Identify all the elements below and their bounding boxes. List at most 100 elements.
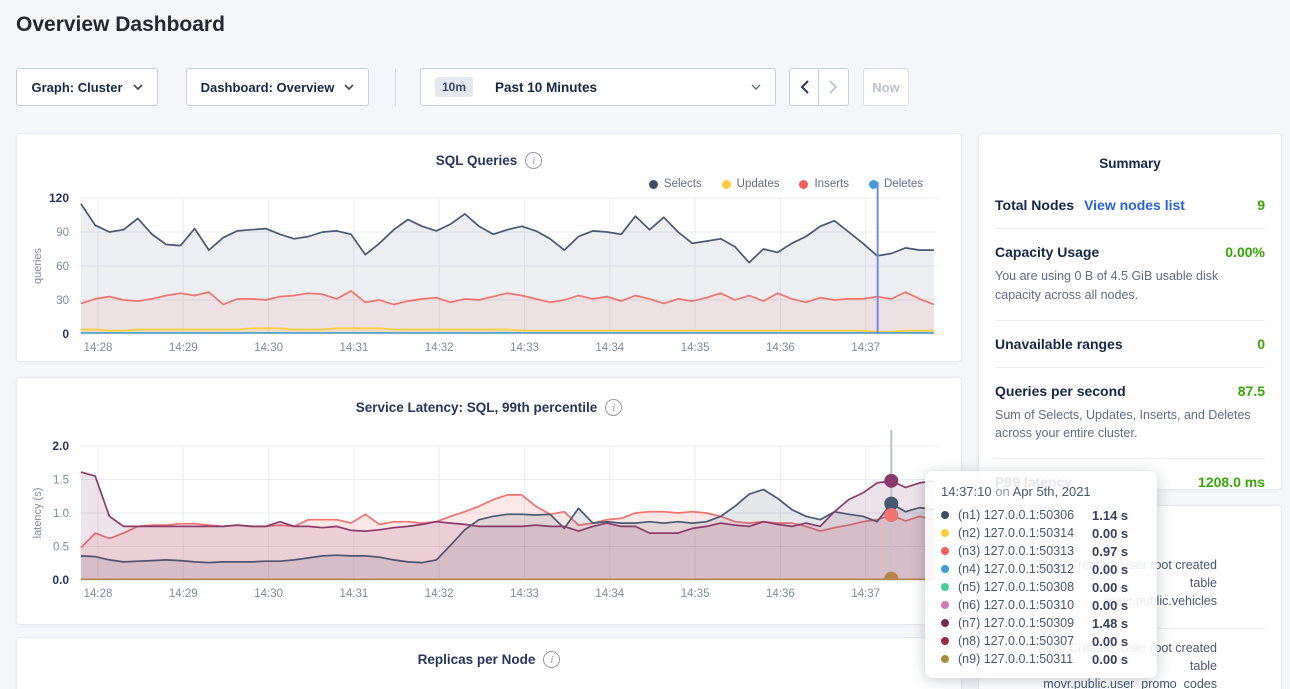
tooltip-date: Apr 5th, 2021 (1013, 484, 1091, 499)
tooltip-node-value: 0.00 s (1092, 562, 1128, 577)
tooltip-node-label: (n1) 127.0.0.1:50306 (958, 508, 1092, 522)
tooltip-timestamp: 14:37:10 on Apr 5th, 2021 (941, 484, 1141, 499)
tooltip-row: (n1) 127.0.0.1:503061.14 s (941, 506, 1141, 524)
svg-text:14:29: 14:29 (169, 588, 198, 600)
time-forward-button[interactable] (819, 68, 849, 106)
queries-per-second-label: Queries per second (995, 383, 1126, 399)
chevron-right-icon (829, 80, 838, 94)
node-color-dot-icon (941, 619, 949, 627)
svg-text:1.0: 1.0 (53, 508, 69, 520)
svg-text:14:35: 14:35 (681, 342, 710, 354)
dashboard-selector-label: Dashboard: Overview (201, 80, 335, 95)
tooltip-node-value: 0.00 s (1092, 526, 1128, 541)
queries-per-second-description: Sum of Selects, Updates, Inserts, and De… (995, 406, 1265, 444)
tooltip-node-value: 1.48 s (1092, 616, 1128, 631)
svg-text:14:34: 14:34 (595, 588, 624, 600)
tooltip-row: (n3) 127.0.0.1:503130.97 s (941, 542, 1141, 560)
svg-text:14:37: 14:37 (851, 588, 880, 600)
replicas-chart-title: Replicas per Node i (17, 651, 961, 668)
now-button[interactable]: Now (863, 68, 909, 106)
svg-text:14:30: 14:30 (254, 588, 283, 600)
svg-text:90: 90 (56, 227, 69, 239)
time-window-label: Past 10 Minutes (495, 80, 597, 95)
tooltip-node-label: (n6) 127.0.0.1:50310 (958, 598, 1092, 612)
view-nodes-list-link[interactable]: View nodes list (1084, 197, 1185, 213)
dashboard-selector-dropdown[interactable]: Dashboard: Overview (186, 68, 369, 106)
graph-selector-dropdown[interactable]: Graph: Cluster (16, 68, 158, 106)
time-range-dropdown[interactable]: 10m Past 10 Minutes (420, 68, 776, 106)
chevron-down-icon (133, 84, 143, 90)
tooltip-row: (n7) 127.0.0.1:503091.48 s (941, 614, 1141, 632)
divider (995, 228, 1265, 229)
chart-title-text: Replicas per Node (418, 652, 536, 667)
capacity-usage-description: You are using 0 B of 4.5 GiB usable disk… (995, 267, 1265, 305)
svg-text:14:37: 14:37 (851, 342, 880, 354)
svg-text:14:36: 14:36 (766, 588, 795, 600)
svg-text:14:32: 14:32 (425, 588, 454, 600)
tooltip-node-value: 1.14 s (1092, 508, 1128, 523)
svg-text:14:31: 14:31 (340, 588, 369, 600)
tooltip-node-label: (n3) 127.0.0.1:50313 (958, 544, 1092, 558)
sql-queries-plot[interactable]: 14:2814:2914:3014:3114:3214:3314:3414:35… (17, 134, 963, 363)
svg-text:14:28: 14:28 (84, 588, 113, 600)
total-nodes-label: Total Nodes (995, 197, 1074, 213)
p99-latency-value: 1208.0 ms (1198, 474, 1265, 490)
tooltip-row: (n4) 127.0.0.1:503120.00 s (941, 560, 1141, 578)
node-color-dot-icon (941, 655, 949, 663)
divider (995, 367, 1265, 368)
svg-text:1.5: 1.5 (53, 475, 69, 487)
node-color-dot-icon (941, 583, 949, 591)
queries-per-second-row: Queries per second 87.5 (995, 383, 1265, 399)
node-color-dot-icon (941, 511, 949, 519)
svg-text:14:30: 14:30 (254, 342, 283, 354)
unavailable-ranges-label: Unavailable ranges (995, 336, 1123, 352)
tooltip-node-label: (n2) 127.0.0.1:50314 (958, 526, 1092, 540)
capacity-usage-row: Capacity Usage 0.00% (995, 244, 1265, 260)
svg-text:14:32: 14:32 (425, 342, 454, 354)
tooltip-node-label: (n9) 127.0.0.1:50311 (958, 652, 1092, 666)
svg-text:14:33: 14:33 (510, 588, 539, 600)
sql-queries-chart-card: SQL Queries i SelectsUpdatesInsertsDelet… (16, 133, 962, 362)
tooltip-on-word: on (995, 484, 1009, 499)
svg-text:14:33: 14:33 (510, 342, 539, 354)
unavailable-ranges-value: 0 (1257, 336, 1265, 352)
capacity-usage-value: 0.00% (1225, 244, 1265, 260)
node-color-dot-icon (941, 565, 949, 573)
tooltip-node-value: 0.00 s (1092, 652, 1128, 667)
time-back-button[interactable] (789, 68, 819, 106)
tooltip-node-label: (n7) 127.0.0.1:50309 (958, 616, 1092, 630)
chevron-left-icon (800, 80, 809, 94)
svg-text:120: 120 (49, 191, 69, 205)
tooltip-time: 14:37:10 (941, 484, 992, 499)
svg-text:0.5: 0.5 (53, 542, 69, 554)
svg-text:14:35: 14:35 (681, 588, 710, 600)
tooltip-row: (n6) 127.0.0.1:503100.00 s (941, 596, 1141, 614)
capacity-usage-label: Capacity Usage (995, 244, 1099, 260)
tooltip-node-label: (n5) 127.0.0.1:50308 (958, 580, 1092, 594)
time-shift-buttons (789, 68, 849, 106)
total-nodes-value: 9 (1257, 197, 1265, 213)
divider (995, 320, 1265, 321)
svg-text:30: 30 (56, 295, 69, 307)
controls-divider (395, 68, 396, 106)
tooltip-row: (n9) 127.0.0.1:503110.00 s (941, 650, 1141, 668)
tooltip-node-value: 0.97 s (1092, 544, 1128, 559)
node-color-dot-icon (941, 637, 949, 645)
svg-text:0: 0 (62, 327, 69, 341)
info-icon[interactable]: i (543, 651, 560, 668)
tooltip-row: (n8) 127.0.0.1:503070.00 s (941, 632, 1141, 650)
svg-text:2.0: 2.0 (52, 439, 69, 453)
tooltip-node-value: 0.00 s (1092, 598, 1128, 613)
replicas-per-node-chart-card: Replicas per Node i (16, 637, 962, 689)
tooltip-node-value: 0.00 s (1092, 634, 1128, 649)
svg-text:14:29: 14:29 (169, 342, 198, 354)
svg-text:14:28: 14:28 (84, 342, 113, 354)
node-color-dot-icon (941, 601, 949, 609)
service-latency-chart-card: Service Latency: SQL, 99th percentile i … (16, 377, 962, 625)
service-latency-plot[interactable]: 14:28 14:29 14:30 14:31 14:32 14:33 14:34 14:35… (17, 378, 963, 626)
tooltip-node-label: (n8) 127.0.0.1:50307 (958, 634, 1092, 648)
queries-per-second-value: 87.5 (1238, 383, 1265, 399)
svg-text:0.0: 0.0 (52, 573, 69, 587)
chart-tooltip-rows: (n1) 127.0.0.1:503061.14 s(n2) 127.0.0.1… (941, 506, 1141, 668)
dashboard-controls: Graph: Cluster Dashboard: Overview 10m P… (16, 68, 909, 106)
